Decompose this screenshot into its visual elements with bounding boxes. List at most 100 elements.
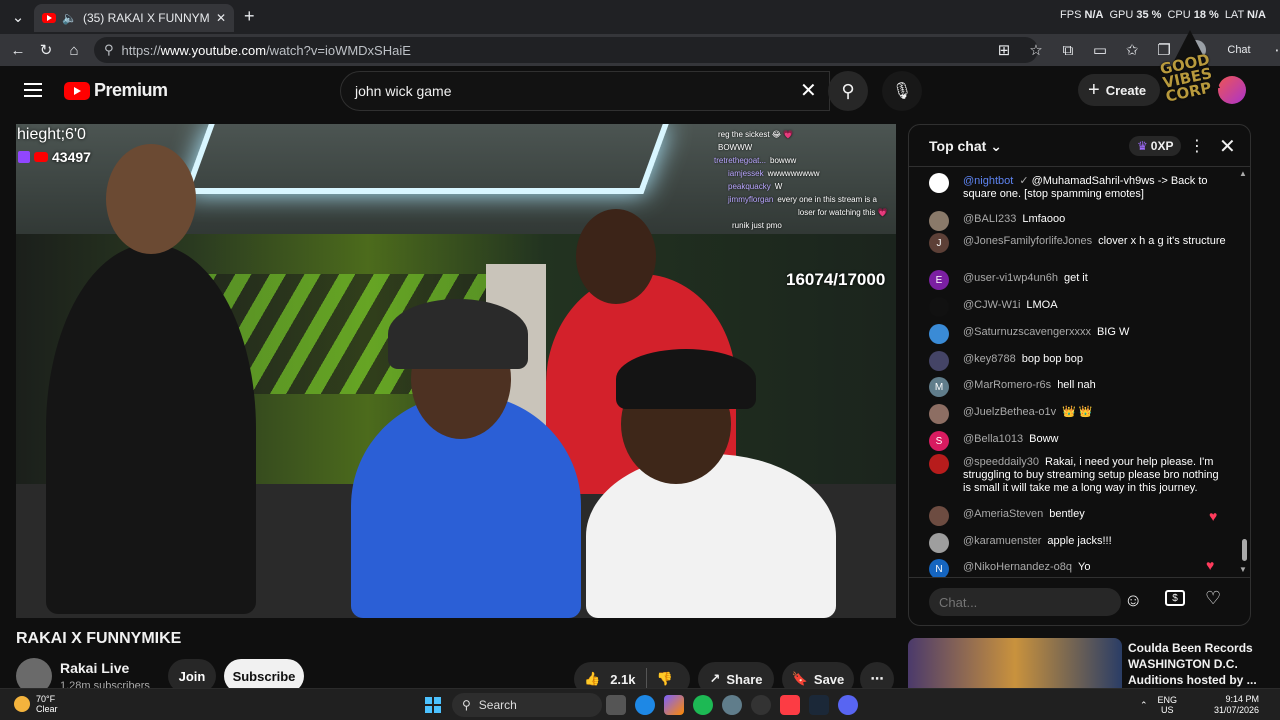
overlay-chat-row: runik just pmo [714, 219, 896, 232]
chat-avatar[interactable] [929, 404, 949, 424]
chat-author[interactable]: @CJW-W1i [963, 299, 1020, 311]
top-chat-dropdown[interactable]: Top chat ⌄ [929, 138, 1002, 155]
steam-icon[interactable] [809, 695, 829, 715]
windows-start-icon[interactable] [425, 697, 441, 713]
favorite-star-icon[interactable]: ☆ [1022, 36, 1050, 64]
scroll-up-icon[interactable]: ▲ [1239, 169, 1247, 178]
chat-avatar[interactable] [929, 173, 949, 193]
chat-message[interactable]: S @Bella1013 Boww [929, 431, 1229, 451]
chat-message[interactable]: @key8788 bop bop bop [929, 351, 1229, 371]
chat-message[interactable]: @Saturnuzscavengerxxxx BIG W [929, 324, 1229, 344]
chat-message[interactable]: E @user-vi1wp4un6h get it [929, 270, 1229, 290]
chat-close-icon[interactable]: ✕ [1219, 134, 1236, 159]
chat-avatar[interactable] [929, 297, 949, 317]
chat-avatar[interactable]: M [929, 377, 949, 397]
youtube-premium-logo[interactable]: Premium [64, 80, 168, 101]
chat-author[interactable]: @nightbot [963, 175, 1013, 187]
app-install-icon[interactable]: ⊞ [990, 36, 1018, 64]
chat-author[interactable]: @JuelzBethea-o1v [963, 406, 1056, 418]
viewer-count: 43497 [52, 149, 91, 165]
chat-avatar[interactable]: S [929, 431, 949, 451]
xp-badge[interactable]: ♛ 0XP [1129, 136, 1182, 156]
super-chat-icon[interactable]: $ [1165, 590, 1185, 606]
chat-avatar[interactable] [929, 351, 949, 371]
chat-message[interactable]: @AmeriaSteven bentley [929, 506, 1229, 526]
chat-avatar[interactable] [929, 533, 949, 553]
chat-avatar[interactable] [929, 506, 949, 526]
favorites-icon[interactable]: ✩ [1118, 36, 1146, 64]
copilot-icon[interactable] [664, 695, 684, 715]
chat-author[interactable]: @BALI233 [963, 213, 1016, 225]
reload-icon[interactable]: ↻ [32, 36, 60, 64]
close-tab-icon[interactable]: ✕ [216, 11, 226, 25]
chat-message[interactable]: @karamuenster apple jacks!!! [929, 533, 1229, 553]
thumbs-down-icon[interactable]: 👎 [657, 671, 673, 687]
scroll-down-icon[interactable]: ▼ [1239, 565, 1247, 574]
home-icon[interactable]: ⌂ [60, 36, 88, 64]
hamburger-menu-icon[interactable] [24, 83, 42, 97]
chat-author[interactable]: @key8788 [963, 353, 1016, 365]
recommended-video-thumbnail[interactable] [908, 638, 1122, 688]
recommended-video-title[interactable]: Coulda Been Records WASHINGTON D.C. Audi… [1128, 640, 1258, 688]
chat-author[interactable]: @Bella1013 [963, 433, 1023, 445]
search-button[interactable]: ⚲ [828, 71, 868, 111]
taskbar-search[interactable]: ⚲ Search [452, 693, 602, 717]
channel-name[interactable]: Rakai Live [60, 660, 129, 676]
thumbs-up-icon[interactable]: 👍 [584, 671, 600, 687]
chat-message[interactable]: @speeddaily30 Rakai, i need your help ple… [929, 454, 1229, 495]
chat-message[interactable]: @nightbot ✓ @MuhamadSahril-vh9ws -> Back … [929, 173, 1229, 201]
settings-gear-icon[interactable] [722, 695, 742, 715]
chat-avatar[interactable]: E [929, 270, 949, 290]
chat-author[interactable]: @user-vi1wp4un6h [963, 272, 1058, 284]
chat-author[interactable]: @speeddaily30 [963, 456, 1039, 468]
taskbar-clock[interactable]: 9:14 PM 31/07/2026 [1214, 694, 1259, 716]
chat-message[interactable]: M @MarRomero-r6s hell nah [929, 377, 1229, 397]
chat-avatar[interactable]: J [929, 233, 949, 253]
chat-author[interactable]: @MarRomero-r6s [963, 379, 1051, 391]
apple-music-icon[interactable] [780, 695, 800, 715]
task-view-icon[interactable] [606, 695, 626, 715]
back-arrow-icon[interactable]: ← [4, 36, 32, 64]
obs-icon[interactable] [751, 695, 771, 715]
chat-message[interactable]: @JuelzBethea-o1v 👑 👑 [929, 404, 1229, 424]
video-player[interactable]: hieght;6'0 43497 16074/17000 reg the sic… [16, 124, 896, 618]
voice-search-button[interactable]: 🎙 [882, 71, 922, 111]
chat-options-icon[interactable]: ⋮ [1189, 136, 1205, 156]
chat-avatar[interactable]: N [929, 559, 949, 577]
chat-author[interactable]: @karamuenster [963, 535, 1041, 547]
chat-scrollbar[interactable] [1242, 539, 1247, 561]
new-tab-button[interactable]: + [244, 6, 255, 27]
language-indicator[interactable]: ENG US [1158, 695, 1178, 715]
edge-icon[interactable] [635, 695, 655, 715]
extensions-icon[interactable]: ⧉ [1054, 36, 1082, 64]
weather-widget[interactable]: 70°F Clear [14, 694, 58, 714]
chat-author[interactable]: @Saturnuzscavengerxxxx [963, 326, 1091, 338]
tray-chevron-icon[interactable]: ⌃ [1140, 700, 1148, 711]
spotify-icon[interactable] [693, 695, 713, 715]
search-clear-icon[interactable]: ✕ [800, 78, 817, 103]
chat-author[interactable]: @AmeriaSteven [963, 508, 1043, 520]
tab-list-icon[interactable]: ⌄ [4, 3, 32, 31]
heart-icon[interactable]: ♡ [1205, 588, 1221, 609]
browser-menu-icon[interactable]: ⋯ [1268, 36, 1280, 64]
chat-message-list[interactable]: @nightbot ✓ @MuhamadSahril-vh9ws -> Back … [909, 169, 1250, 577]
speaker-icon[interactable]: 🔈 [62, 11, 77, 25]
split-screen-icon[interactable]: ▭ [1086, 36, 1114, 64]
chat-message[interactable]: N @NikoHernandez-o8q Yo [929, 559, 1229, 577]
chat-avatar[interactable] [929, 211, 949, 231]
create-button[interactable]: + Create [1078, 74, 1161, 106]
chat-avatar[interactable] [929, 324, 949, 344]
address-bar[interactable]: ⚲ https://www.youtube.com/watch?v=ioWMDx… [94, 37, 1038, 63]
chat-author[interactable]: @NikoHernandez-o8q [963, 561, 1072, 573]
chat-avatar[interactable] [929, 454, 949, 474]
search-input[interactable]: john wick game [340, 71, 830, 111]
tab-youtube[interactable]: 🔈 (35) RAKAI X FUNNYMIKE - YouTube ✕ [34, 4, 234, 32]
chat-author[interactable]: @JonesFamilyforlifeJones [963, 235, 1092, 247]
discord-icon[interactable] [838, 695, 858, 715]
chat-message[interactable]: @BALI233 Lmfaooo [929, 211, 1229, 231]
chat-message[interactable]: @CJW-W1i LMOA [929, 297, 1229, 317]
chat-input[interactable] [929, 588, 1121, 616]
chat-message[interactable]: J @JonesFamilyforlifeJones clover x h a g … [929, 233, 1229, 253]
emoji-icon[interactable]: ☺ [1124, 590, 1142, 611]
site-info-icon[interactable]: ⚲ [104, 42, 114, 58]
